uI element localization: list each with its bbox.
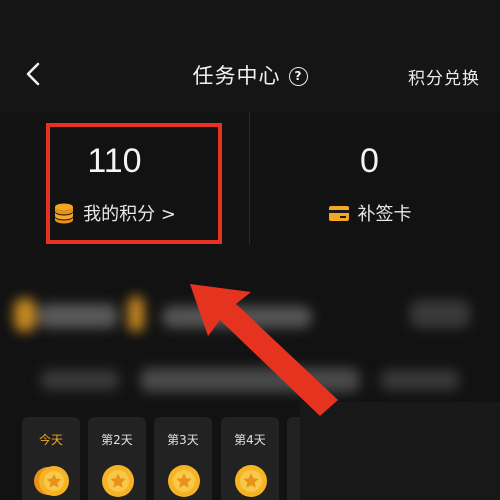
- star-coin-icon: [168, 465, 200, 497]
- makeup-card-value: 0: [360, 142, 379, 180]
- help-icon[interactable]: ?: [288, 67, 308, 86]
- star-coin-icon: [235, 465, 267, 497]
- app-header: 任务中心? 积分兑换: [0, 0, 500, 112]
- coins-stack-icon: [55, 203, 74, 224]
- card-icon: [328, 206, 349, 221]
- double-coin-icon: [34, 466, 69, 496]
- makeup-card-label-row: 补签卡: [245, 200, 494, 226]
- blurred-row: [0, 260, 500, 410]
- points-label: 我的积分 >: [83, 204, 176, 225]
- day-card-4[interactable]: 第4天: [221, 417, 279, 500]
- my-points-card[interactable]: 110 我的积分 >: [0, 112, 249, 244]
- stats-panel: 110 我的积分 > 0 补签卡: [0, 112, 500, 260]
- day-card-today[interactable]: 今天: [22, 417, 80, 500]
- day-label: 第3天: [167, 433, 199, 447]
- day-label: 今天: [38, 433, 63, 447]
- page-title: 任务中心: [192, 64, 281, 88]
- day-label: 第2天: [101, 433, 133, 447]
- makeup-card-card[interactable]: 0 补签卡: [250, 112, 499, 244]
- star-coin-icon: [102, 465, 134, 497]
- day-card-2[interactable]: 第2天: [88, 417, 146, 500]
- blurred-content: [0, 260, 500, 410]
- day-card-3[interactable]: 第3天: [154, 417, 212, 500]
- points-value: 110: [87, 142, 142, 180]
- day-label: 第4天: [234, 433, 266, 447]
- points-exchange-link[interactable]: 积分兑换: [408, 64, 480, 89]
- overlay-panel: [300, 402, 500, 500]
- makeup-card-label: 补签卡: [357, 204, 412, 225]
- points-label-row: 我的积分 >: [0, 200, 239, 226]
